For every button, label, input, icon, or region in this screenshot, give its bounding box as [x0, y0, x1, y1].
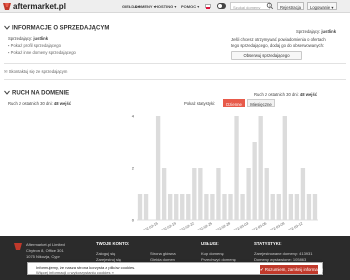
bar	[246, 168, 251, 220]
traffic-section-title: RUCH NA DOMENIE	[4, 90, 69, 97]
divider	[4, 79, 346, 80]
bar	[155, 116, 161, 220]
bar	[186, 194, 191, 220]
seller-line: Sprzedający: justlink	[8, 36, 49, 41]
bar	[161, 168, 167, 220]
tab-monthly[interactable]: Miesięczne	[247, 99, 275, 107]
x-tick-label: 2022-02-19	[159, 221, 177, 230]
cookie-more-link[interactable]: Więcej informacji o wykorzystaniu cookie…	[36, 270, 114, 275]
footer-account-heading: TWOJE KONTO:	[96, 241, 130, 246]
site-logo[interactable]: aftermarket.pl	[13, 2, 66, 11]
bar	[204, 194, 209, 220]
bar	[264, 168, 269, 220]
bar	[252, 142, 257, 220]
search-input[interactable]: Szukaj domeny	[230, 2, 270, 10]
bar	[168, 194, 173, 220]
bar	[216, 168, 221, 220]
bar	[198, 168, 203, 220]
stat-registered: Zarejestrowane domeny: 413931	[254, 251, 313, 256]
check-icon: ✔	[260, 267, 264, 272]
company-line: Aftermarket.pl Limited	[26, 242, 65, 247]
chevron-down-icon[interactable]	[4, 25, 10, 30]
nav-pomoc[interactable]: POMOC ▾	[181, 4, 199, 9]
bar	[300, 168, 306, 220]
bar	[180, 194, 185, 220]
traffic-summary: Ruch z ostatnich 30 dni: 48 wejść	[8, 101, 72, 106]
logo-icon	[14, 243, 22, 250]
observe-info-1: Jeśli chcesz otrzymywać powiadomienia o …	[231, 37, 326, 42]
footer-stats-heading: STATYSTYKI:	[254, 241, 282, 246]
login-button[interactable]: Logowanie ▾	[307, 2, 337, 10]
show-seller-profile-link[interactable]: ▪ Pokaż profil sprzedającego	[8, 43, 61, 48]
bar	[312, 194, 318, 220]
y-tick-label: 2	[132, 166, 135, 171]
bar	[222, 194, 227, 220]
bar	[228, 194, 233, 220]
top-bar: aftermarket.pl GIEŁDA ▾ DOMENY ▾ HOSTING…	[0, 0, 350, 13]
bar	[294, 194, 300, 220]
bar	[210, 194, 215, 220]
search-icon[interactable]	[266, 2, 274, 10]
user-icon: ▪	[8, 43, 10, 48]
logo-icon[interactable]	[3, 2, 11, 11]
seller-right-line: Sprzedający: justlink	[296, 29, 337, 34]
traffic-chart: 0242022-02-16 2022-02-19 2022-02-22 2022-02…	[132, 114, 318, 230]
nav-domeny[interactable]: DOMENY ▾	[135, 4, 156, 9]
stats-label: Pokaż statystyki:	[184, 101, 216, 106]
show-seller-domains-link[interactable]: ▪ Pokaż inne domeny sprzedającego	[8, 50, 76, 55]
bar	[137, 194, 143, 220]
bar	[288, 194, 294, 220]
seller-name: justlink	[33, 36, 49, 41]
polish-flag-icon[interactable]	[205, 4, 211, 9]
footer-link[interactable]: Strona główna	[150, 251, 176, 256]
x-tick-label: 2022-02-16	[141, 221, 159, 230]
cookie-accept-button[interactable]: ✔ Rozumiem, zamknij informację	[260, 265, 323, 274]
footer-link[interactable]: Zaloguj się	[96, 251, 115, 256]
bar	[276, 194, 281, 220]
x-tick-label: 2022-03-09	[267, 221, 285, 230]
x-tick-label: 2022-02-28	[213, 221, 231, 230]
bar	[240, 194, 245, 220]
bar	[258, 116, 263, 220]
message-icon: ✉	[4, 69, 8, 74]
cookie-text: Informujemy, że nasza strona korzysta z …	[36, 264, 136, 270]
register-button[interactable]: Rejestracja	[277, 2, 304, 10]
x-tick-label: 2022-02-22	[177, 221, 195, 230]
observe-seller-button[interactable]: Obserwuj sprzedającego	[231, 51, 302, 60]
y-tick-label: 4	[132, 114, 135, 119]
tab-daily[interactable]: Dzienne	[223, 99, 245, 107]
contact-seller-link[interactable]: ✉ Skontaktuj się ze sprzedającym	[4, 69, 67, 74]
bar	[192, 168, 197, 220]
x-tick-label: 2022-03-03	[231, 221, 249, 230]
x-tick-label: 2022-03-12	[285, 221, 303, 230]
traffic-right-summary: Ruch z ostatnich 30 dni: 48 wejść	[254, 92, 318, 97]
x-tick-label: 2022-02-25	[195, 221, 213, 230]
bar	[282, 116, 287, 220]
list-icon: ▪	[8, 50, 10, 55]
seller-section-title: INFORMACJE O SPRZEDAJĄCYM	[4, 25, 109, 32]
bar	[234, 116, 239, 220]
company-line: 1075 Nikozja, Cypr	[26, 254, 60, 259]
nav-hosting[interactable]: HOSTING ▾	[155, 4, 176, 9]
observe-info-2: tego sprzedającego, dodaj go do obserwow…	[231, 43, 325, 48]
x-tick-label: 2022-03-06	[249, 221, 267, 230]
bar	[270, 194, 275, 220]
theme-toggle[interactable]	[217, 3, 226, 9]
bar	[174, 194, 179, 220]
footer-link[interactable]: Kup domenę	[201, 251, 224, 256]
company-line: Chytron 8, Office 301	[26, 248, 64, 253]
footer-services-heading: USŁUGI:	[201, 241, 219, 246]
bar	[143, 194, 149, 220]
chevron-down-icon[interactable]	[4, 90, 10, 95]
y-tick-label: 0	[132, 218, 135, 223]
cookie-banner: Informujemy, że nasza strona korzysta z …	[27, 262, 323, 275]
bar	[306, 194, 312, 220]
divider	[4, 63, 346, 64]
